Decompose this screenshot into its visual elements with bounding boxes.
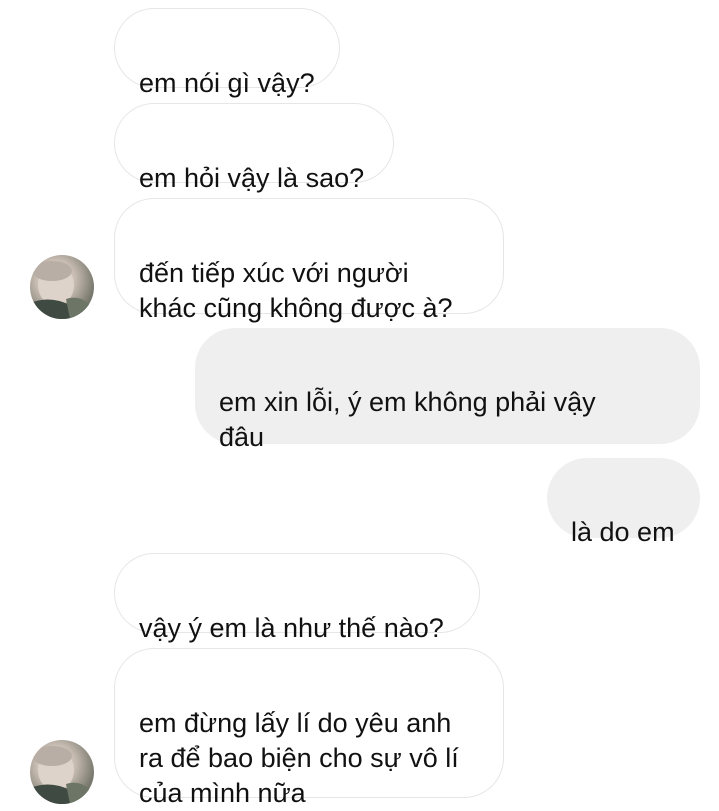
message-bubble-received[interactable]: em nói gì vậy? (114, 8, 340, 98)
message-bubble-received[interactable]: đến tiếp xúc với người khác cũng không đ… (114, 198, 504, 323)
message-bubble-sent[interactable]: là do em (547, 458, 700, 547)
message-text: đến tiếp xúc với người khác cũng không đ… (139, 258, 453, 323)
message-bubble-sent[interactable]: em xin lỗi, ý em không phải vậy đâu (195, 328, 700, 452)
message-bubble-received[interactable]: vậy ý em là như thế nào? (114, 553, 480, 643)
message-bubble-received[interactable]: em đừng lấy lí do yêu anh ra để bao biện… (114, 648, 504, 808)
avatar-photo-icon (30, 261, 94, 319)
message-text: vậy ý em là như thế nào? (139, 613, 444, 643)
message-text: là do em (571, 517, 675, 547)
message-text: em hỏi vậy là sao? (139, 163, 365, 193)
message-text: em nói gì vậy? (139, 68, 315, 98)
contact-avatar[interactable] (30, 255, 94, 319)
message-text: em xin lỗi, ý em không phải vậy đâu (219, 387, 596, 452)
message-bubble-received[interactable]: em hỏi vậy là sao? (114, 103, 394, 193)
message-text: em đừng lấy lí do yêu anh ra để bao biện… (139, 708, 459, 808)
contact-avatar[interactable] (30, 740, 94, 804)
avatar-photo-icon (30, 746, 94, 804)
chat-screen: { "messages": [ {"id": "m1", "side": "re… (0, 0, 719, 808)
